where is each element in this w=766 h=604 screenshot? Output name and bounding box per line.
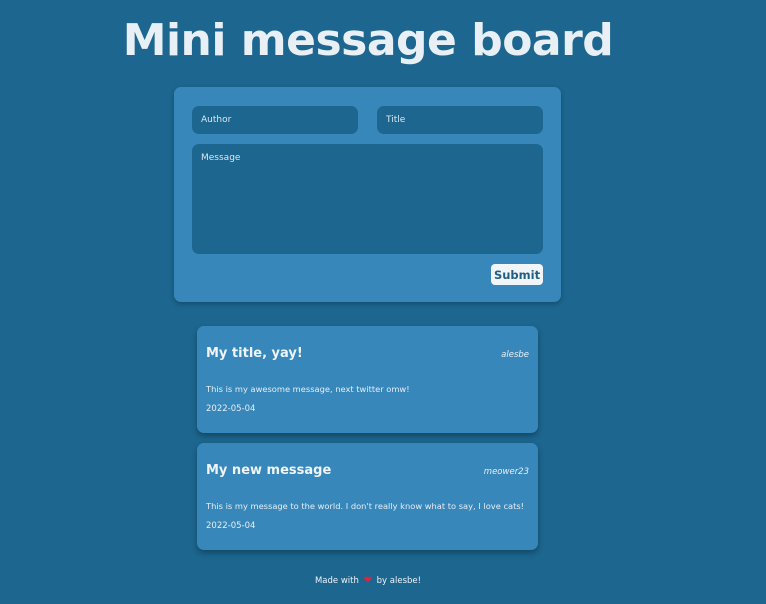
footer-suffix: by alesbe! bbox=[376, 576, 422, 586]
message-date: 2022-05-04 bbox=[206, 521, 256, 531]
message-card: My title, yay! alesbe This is my awesome… bbox=[197, 326, 538, 433]
message-body: This is my awesome message, next twitter… bbox=[206, 384, 410, 394]
footer-prefix: Made with bbox=[314, 576, 359, 586]
message-textarea[interactable] bbox=[192, 144, 543, 254]
message-title: My title, yay! bbox=[206, 346, 303, 361]
author-input[interactable] bbox=[192, 106, 358, 134]
submit-button[interactable]: Submit bbox=[491, 264, 543, 285]
new-message-form: Submit bbox=[174, 87, 561, 302]
message-title: My new message bbox=[206, 463, 332, 478]
message-author: meower23 bbox=[483, 467, 529, 477]
message-date: 2022-05-04 bbox=[206, 404, 256, 414]
message-body: This is my message to the world. I don't… bbox=[206, 501, 524, 511]
message-author: alesbe bbox=[501, 350, 529, 360]
title-input[interactable] bbox=[377, 106, 543, 134]
page-title: Mini message board bbox=[122, 15, 614, 66]
message-card: My new message meower23 This is my messa… bbox=[197, 443, 538, 550]
footer: Made with ❤ by alesbe! bbox=[0, 575, 736, 586]
heart-icon: ❤ bbox=[363, 575, 372, 586]
